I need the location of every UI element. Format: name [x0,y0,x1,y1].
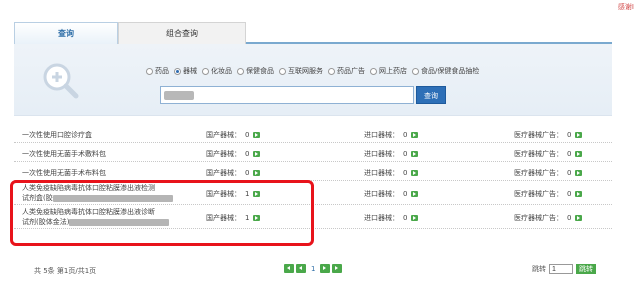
radio-health-food[interactable]: 保健食品 [237,66,274,76]
radio-circle [412,67,419,75]
table-row: 一次性使用无菌手术敷料包 国产器械： 0 进口器械： 0 医疗器械广告： 0 [14,143,612,162]
radio-circle [202,67,209,75]
highlight-box [10,180,314,246]
radio-circle-selected [174,67,181,75]
radio-circle [370,67,377,75]
page-jump-input[interactable] [549,264,573,274]
go-arrow-icon[interactable] [575,215,583,221]
go-arrow-icon[interactable] [575,191,583,197]
radio-circle [146,67,153,75]
result-summary: 共 5条 第1页/共1页 [34,267,97,275]
jump-button[interactable]: 跳转 [576,264,596,274]
radio-online-pharmacy[interactable]: 网上药店 [370,66,407,76]
tab-bar: 查询 组合查询 [14,22,612,44]
radio-internet-service[interactable]: 互联网服务 [279,66,323,76]
last-page-icon[interactable] [332,264,343,273]
product-name[interactable]: 一次性使用口腔诊疗盒 [22,130,92,140]
pager: 1 [284,264,344,273]
table-row: 一次性使用无菌手术布料包 国产器械： 0 进口器械： 0 医疗器械广告： 0 [14,162,612,181]
go-arrow-icon[interactable] [575,132,583,138]
search-input[interactable] [160,86,414,104]
first-page-icon[interactable] [284,264,294,273]
table-row: 一次性使用口腔诊疗盒 国产器械： 0 进口器械： 0 医疗器械广告： 0 [14,124,612,143]
radio-device[interactable]: 器械 [174,66,197,76]
search-button[interactable]: 查询 [416,86,446,104]
pagination-bar: 共 5条 第1页/共1页 1 跳转 跳转 [14,262,612,278]
go-arrow-icon[interactable] [411,132,419,138]
product-name[interactable]: 一次性使用无菌手术布料包 [22,168,106,178]
go-arrow-icon[interactable] [575,151,583,157]
magnifier-icon [43,63,79,99]
go-arrow-icon[interactable] [253,170,261,176]
radio-circle [237,67,244,75]
go-arrow-icon[interactable] [253,151,261,157]
radio-food-inspection[interactable]: 食品/保健食品抽检 [412,66,479,76]
radio-drug[interactable]: 药品 [146,66,169,76]
prev-page-icon[interactable] [296,264,306,273]
go-arrow-icon[interactable] [411,191,419,197]
radio-circle [279,67,286,75]
jump-label: 跳转 [532,265,546,273]
redacted-query [164,91,194,100]
radio-circle [328,67,335,75]
radio-drug-ad[interactable]: 药品广告 [328,66,365,76]
next-page-icon[interactable] [320,264,331,273]
tab-combined-query[interactable]: 组合查询 [118,22,246,44]
tab-query[interactable]: 查询 [14,22,118,44]
go-arrow-icon[interactable] [411,151,419,157]
product-name[interactable]: 一次性使用无菌手术敷料包 [22,149,106,159]
radio-cosmetics[interactable]: 化妆品 [202,66,232,76]
page-jump: 跳转 跳转 [532,264,596,274]
go-arrow-icon[interactable] [575,170,583,176]
go-arrow-icon[interactable] [411,215,419,221]
search-panel: 药品 器械 化妆品 保健食品 互联网服务 药品广告 网上药店 食品/保健食品抽检… [14,44,612,116]
go-arrow-icon[interactable] [411,170,419,176]
go-arrow-icon[interactable] [253,132,261,138]
category-radio-group: 药品 器械 化妆品 保健食品 互联网服务 药品广告 网上药店 食品/保健食品抽检 [146,66,484,76]
current-page-number[interactable]: 1 [311,265,315,273]
top-note: 感谢I [617,3,634,11]
